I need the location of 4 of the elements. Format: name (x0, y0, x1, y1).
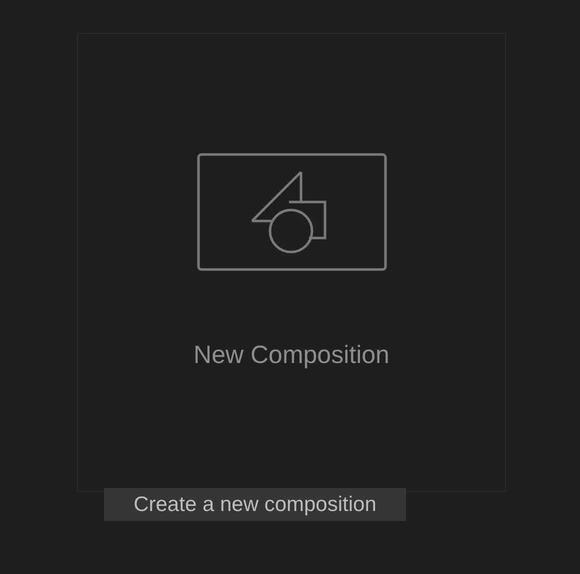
new-composition-card[interactable]: New Composition (77, 33, 506, 492)
tooltip: Create a new composition (104, 488, 406, 521)
composition-icon (196, 153, 386, 271)
card-title: New Composition (194, 340, 390, 371)
